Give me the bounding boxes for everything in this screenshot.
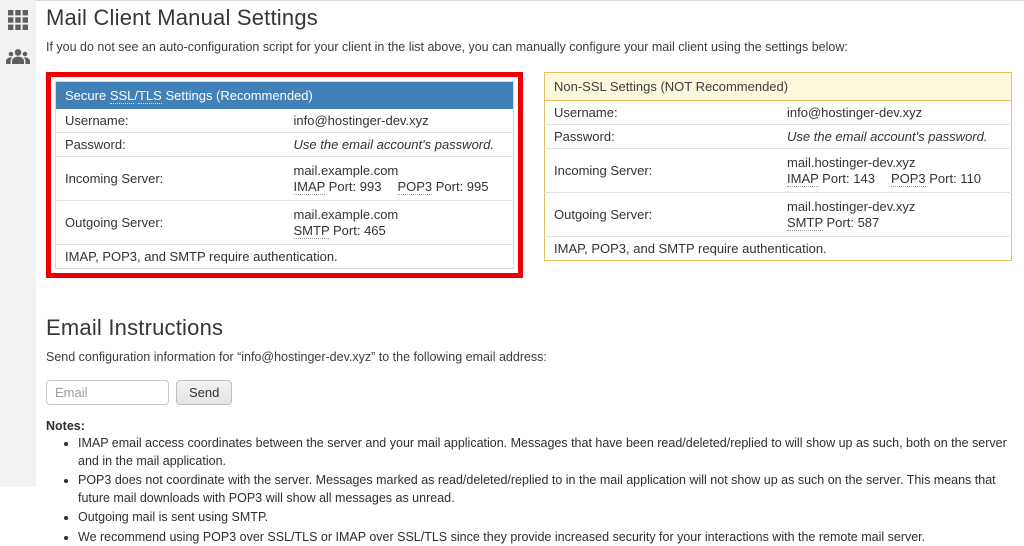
- settings-tables: Secure SSL/TLS Settings (Recommended) Us…: [46, 72, 1012, 278]
- pop3-port-group: POP3 Port: 110: [891, 171, 981, 186]
- email-instructions-title: Email Instructions: [46, 315, 1012, 341]
- smtp-port-value: Port: 587: [823, 215, 879, 230]
- password-value: Use the email account's password.: [778, 125, 1012, 149]
- auth-note: IMAP, POP3, and SMTP require authenticat…: [545, 237, 1012, 261]
- username-label: Username:: [56, 109, 285, 133]
- incoming-server-value: mail.hostinger-dev.xyz IMAP Port: 143 POP…: [778, 149, 1012, 193]
- password-label: Password:: [545, 125, 779, 149]
- smtp-abbr: SMTP: [294, 223, 330, 239]
- apps-grid-icon[interactable]: [6, 8, 30, 32]
- password-value: Use the email account's password.: [285, 133, 514, 157]
- pop3-abbr: POP3: [397, 179, 432, 195]
- incoming-server-label: Incoming Server:: [545, 149, 779, 193]
- recommended-settings-highlight-box: Secure SSL/TLS Settings (Recommended) Us…: [46, 72, 523, 278]
- smtp-abbr: SMTP: [787, 215, 823, 231]
- auth-note-row: IMAP, POP3, and SMTP require authenticat…: [56, 245, 514, 269]
- email-input[interactable]: [46, 380, 169, 405]
- send-button[interactable]: Send: [176, 380, 232, 405]
- password-row: Password: Use the email account's passwo…: [545, 125, 1012, 149]
- auth-note: IMAP, POP3, and SMTP require authenticat…: [56, 245, 514, 269]
- imap-abbr: IMAP: [787, 171, 819, 187]
- outgoing-host: mail.hostinger-dev.xyz: [787, 199, 1002, 214]
- note-item: IMAP email access coordinates between th…: [78, 435, 1012, 470]
- user-groups-icon[interactable]: [6, 44, 30, 68]
- sidebar: [0, 0, 36, 487]
- notes-list: IMAP email access coordinates between th…: [46, 435, 1012, 546]
- note-item: Outgoing mail is sent using SMTP.: [78, 509, 1012, 527]
- smtp-port-group: SMTP Port: 587: [787, 215, 879, 231]
- nonssl-settings-table: Non-SSL Settings (NOT Recommended) Usern…: [544, 72, 1012, 261]
- outgoing-server-label: Outgoing Server:: [545, 193, 779, 237]
- outgoing-server-value: mail.example.com SMTP Port: 465: [285, 201, 514, 245]
- ssl-abbr: SSL: [110, 88, 135, 104]
- imap-port-group: IMAP Port: 993: [294, 179, 382, 195]
- incoming-host: mail.example.com: [294, 163, 505, 178]
- outgoing-server-value: mail.hostinger-dev.xyz SMTP Port: 587: [778, 193, 1012, 237]
- page-subtitle: If you do not see an auto-configuration …: [46, 40, 1012, 54]
- imap-port-group: IMAP Port: 143: [787, 171, 875, 187]
- username-label: Username:: [545, 101, 779, 125]
- pop3-port-value: Port: 995: [432, 179, 488, 194]
- auth-note-row: IMAP, POP3, and SMTP require authenticat…: [545, 237, 1012, 261]
- ssl-table-title: Secure SSL/TLS Settings (Recommended): [56, 82, 514, 110]
- email-instructions-description: Send configuration information for “info…: [46, 350, 1012, 364]
- nonssl-table-header-row: Non-SSL Settings (NOT Recommended): [545, 73, 1012, 101]
- incoming-server-row: Incoming Server: mail.hostinger-dev.xyz …: [545, 149, 1012, 193]
- outgoing-server-label: Outgoing Server:: [56, 201, 285, 245]
- ssl-title-suffix: Settings (Recommended): [162, 88, 313, 103]
- username-value: info@hostinger-dev.xyz: [285, 109, 514, 133]
- pop3-port-value: Port: 110: [926, 171, 981, 186]
- pop3-port-group: POP3 Port: 995: [397, 179, 488, 194]
- pop3-abbr: POP3: [891, 171, 926, 187]
- imap-port-value: Port: 143: [819, 171, 875, 186]
- main-content: Mail Client Manual Settings If you do no…: [36, 0, 1024, 487]
- outgoing-server-row: Outgoing Server: mail.example.com SMTP P…: [56, 201, 514, 245]
- smtp-port-group: SMTP Port: 465: [294, 223, 386, 239]
- outgoing-host: mail.example.com: [294, 207, 505, 222]
- username-value: info@hostinger-dev.xyz: [778, 101, 1012, 125]
- incoming-server-row: Incoming Server: mail.example.com IMAP P…: [56, 157, 514, 201]
- email-instructions-form: Send: [46, 380, 1012, 405]
- incoming-ports: IMAP Port: 993 POP3 Port: 995: [294, 179, 505, 194]
- page-title: Mail Client Manual Settings: [46, 5, 1012, 31]
- ssl-table-header-row: Secure SSL/TLS Settings (Recommended): [56, 82, 514, 110]
- smtp-port-value: Port: 465: [329, 223, 385, 238]
- notes-heading: Notes:: [46, 419, 85, 433]
- mail-client-settings-page: Mail Client Manual Settings If you do no…: [0, 0, 1024, 487]
- username-row: Username: info@hostinger-dev.xyz: [545, 101, 1012, 125]
- password-label: Password:: [56, 133, 285, 157]
- imap-port-value: Port: 993: [325, 179, 381, 194]
- incoming-host: mail.hostinger-dev.xyz: [787, 155, 1002, 170]
- note-item: We recommend using POP3 over SSL/TLS or …: [78, 529, 1012, 546]
- incoming-ports: IMAP Port: 143 POP3 Port: 110: [787, 171, 1002, 186]
- incoming-server-value: mail.example.com IMAP Port: 993 POP3 Port…: [285, 157, 514, 201]
- incoming-server-label: Incoming Server:: [56, 157, 285, 201]
- note-item: POP3 does not coordinate with the server…: [78, 472, 1012, 507]
- outgoing-ports: SMTP Port: 465: [294, 223, 505, 238]
- ssl-title-prefix: Secure: [65, 88, 110, 103]
- username-row: Username: info@hostinger-dev.xyz: [56, 109, 514, 133]
- imap-abbr: IMAP: [294, 179, 326, 195]
- nonssl-table-title: Non-SSL Settings (NOT Recommended): [545, 73, 1012, 101]
- notes-section: Notes: IMAP email access coordinates bet…: [46, 419, 1012, 546]
- ssl-settings-table: Secure SSL/TLS Settings (Recommended) Us…: [55, 81, 514, 269]
- outgoing-ports: SMTP Port: 587: [787, 215, 1002, 230]
- outgoing-server-row: Outgoing Server: mail.hostinger-dev.xyz …: [545, 193, 1012, 237]
- password-row: Password: Use the email account's passwo…: [56, 133, 514, 157]
- tls-abbr: TLS: [138, 88, 162, 104]
